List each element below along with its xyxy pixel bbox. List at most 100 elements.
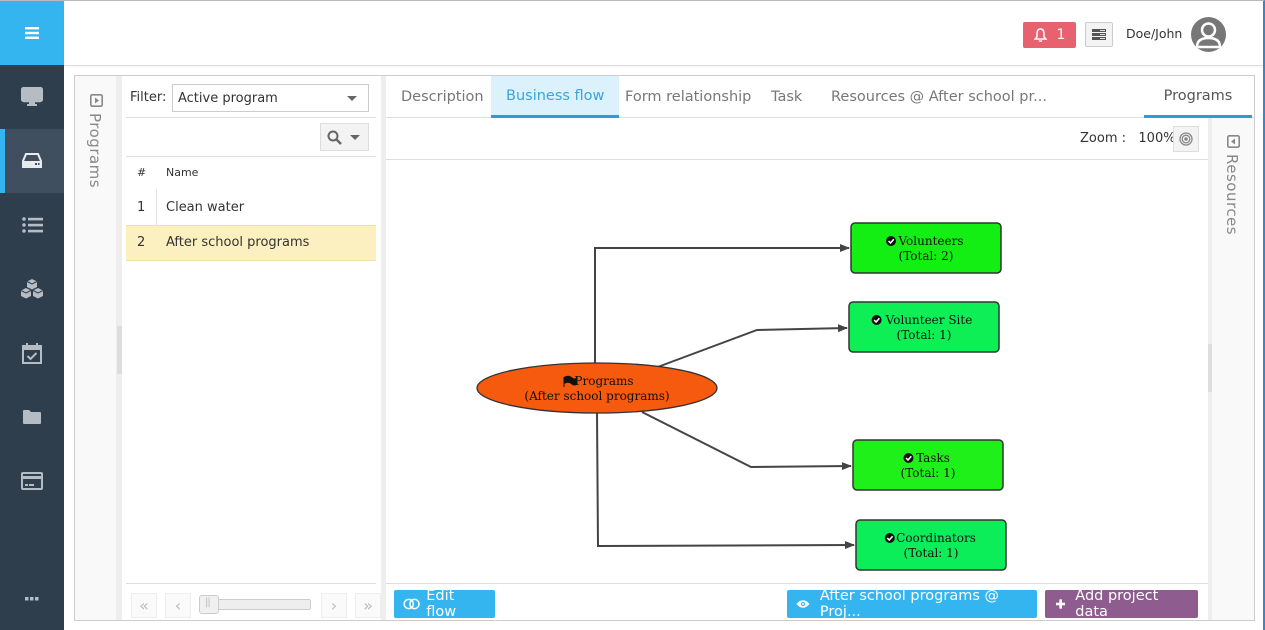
notification-count: 1	[1056, 27, 1066, 43]
row-number: 1	[137, 200, 146, 215]
avatar[interactable]	[1191, 17, 1226, 52]
cubes-icon	[20, 279, 44, 299]
check-circle-icon	[886, 236, 896, 246]
list-icon	[21, 217, 43, 233]
top-bar: 1 Doe/John	[64, 1, 1263, 66]
filter-value: Active program	[178, 91, 278, 106]
flow-edge	[641, 411, 852, 471]
tab-description[interactable]: Description	[386, 76, 499, 118]
prev-page-button[interactable]: ‹	[165, 593, 191, 618]
resources-panel-label: Resources	[1223, 154, 1241, 236]
edit-flow-button[interactable]: Edit flow	[394, 588, 495, 620]
folder-icon	[23, 410, 41, 424]
credit-card-icon	[21, 472, 43, 490]
flow-edge	[654, 324, 848, 369]
check-circle-icon	[903, 453, 914, 463]
table-row[interactable]: 1 Clean water	[126, 190, 376, 226]
tab-task[interactable]: Task	[756, 76, 817, 118]
notifications-button[interactable]: 1	[1023, 22, 1076, 48]
monitor-icon	[21, 87, 43, 106]
column-header-number: #	[137, 166, 147, 179]
expand-panel-icon	[90, 94, 103, 107]
chevron-down-icon	[347, 96, 357, 101]
sidebar-item-card[interactable]	[0, 449, 64, 513]
page-slider[interactable]	[205, 599, 311, 610]
view-project-label: After school programs @ Proj...	[819, 588, 999, 620]
check-circle-icon	[871, 315, 882, 325]
flow-toolbar: Zoom : 100%	[386, 118, 1208, 160]
programs-panel-label: Programs	[86, 113, 104, 189]
resources-collapsed-panel[interactable]: Resources	[1212, 118, 1254, 620]
chevron-down-icon	[350, 135, 360, 140]
sidebar-item-more[interactable]	[0, 567, 64, 630]
tab-business-flow[interactable]: Business flow	[491, 76, 620, 118]
column-header-name[interactable]: Name	[166, 166, 198, 179]
row-name: Clean water	[166, 200, 245, 215]
flow-node[interactable]: Tasks(Total: 1)	[852, 439, 1004, 491]
divider	[126, 156, 376, 157]
flow-root-title: Programs	[574, 374, 633, 388]
flow-node[interactable]: Volunteer Site(Total: 1)	[848, 301, 1000, 353]
bell-icon	[1033, 28, 1047, 42]
search-icon	[327, 130, 342, 145]
tab-form-relationship[interactable]: Form relationship	[610, 76, 766, 118]
flow-node-total: (Total: 2)	[899, 249, 954, 263]
toggle-icon	[403, 598, 420, 610]
row-name: After school programs	[166, 235, 310, 250]
menu-toggle-button[interactable]	[0, 1, 64, 65]
main-frame: Programs Filter: Active program # Name 1…	[74, 75, 1255, 621]
tab-programs[interactable]: Programs	[1144, 76, 1252, 118]
more-icon	[25, 597, 39, 601]
sidebar-item-folder[interactable]	[0, 385, 64, 449]
edit-flow-label: Edit flow	[426, 588, 457, 620]
view-project-button[interactable]: After school programs @ Proj...	[787, 588, 1037, 620]
next-page-button[interactable]: ›	[321, 593, 347, 618]
flow-edge	[594, 244, 850, 363]
search-button[interactable]	[320, 123, 369, 151]
table-row-selected[interactable]: 2 After school programs	[126, 225, 376, 261]
sidebar-item-drive[interactable]	[0, 129, 64, 193]
flow-edge	[596, 412, 855, 550]
flow-node[interactable]: Volunteers(Total: 2)	[850, 222, 1002, 274]
username-label[interactable]: Doe/John	[1126, 26, 1182, 41]
pager: « ‹ › »	[126, 589, 381, 619]
id-card-icon	[1092, 29, 1106, 40]
sidebar-item-cubes[interactable]	[0, 257, 64, 321]
app-window: 1 Doe/John Programs Filter: Active progr…	[0, 0, 1265, 630]
flow-node-title: Tasks	[916, 451, 950, 465]
row-number: 2	[137, 235, 146, 250]
divider	[126, 117, 376, 118]
filter-select[interactable]: Active program	[172, 84, 369, 112]
hamburger-icon	[25, 27, 39, 39]
sidebar-item-calendar[interactable]	[0, 321, 64, 385]
detail-area: Description Business flow Form relations…	[386, 76, 1254, 620]
sidebar-item-desktop[interactable]	[0, 65, 64, 129]
programs-collapsed-panel[interactable]: Programs	[75, 76, 117, 620]
filter-label: Filter:	[130, 90, 167, 105]
zoom-label: Zoom : 100%	[1080, 131, 1176, 146]
flow-node-title: Coordinators	[896, 531, 976, 545]
flow-actions-bar: Edit flow After school programs @ Proj..…	[386, 583, 1208, 620]
first-page-button[interactable]: «	[131, 593, 157, 618]
flow-root-node[interactable]: Programs(After school programs)	[476, 362, 718, 414]
tab-bar: Description Business flow Form relations…	[386, 76, 1254, 118]
main-sidebar	[0, 1, 64, 630]
hard-drive-icon	[22, 153, 42, 168]
eye-icon	[796, 600, 810, 608]
sidebar-item-list[interactable]	[0, 193, 64, 257]
zoom-value: 100%	[1138, 131, 1176, 146]
flow-node-total: (Total: 1)	[904, 546, 959, 560]
flow-canvas[interactable]: Programs (After school programs) Volunteer…	[386, 161, 1208, 583]
last-page-button[interactable]: »	[355, 593, 381, 618]
flow-node-total: (Total: 1)	[897, 328, 952, 342]
flow-node[interactable]: Coordinators(Total: 1)	[855, 519, 1007, 571]
flow-node-title: Volunteers	[897, 234, 963, 248]
zoom-reset-button[interactable]	[1173, 126, 1199, 152]
page-slider-thumb[interactable]	[199, 595, 219, 614]
profile-card-button[interactable]	[1085, 22, 1113, 47]
tab-resources[interactable]: Resources @ After school pr...	[816, 76, 1062, 118]
flow-diagram: Programs(After school programs) Volunteer…	[476, 222, 1007, 571]
zoom-label-text: Zoom :	[1080, 131, 1126, 146]
add-project-data-label: Add project data	[1075, 588, 1159, 620]
add-project-data-button[interactable]: Add project data	[1045, 588, 1198, 620]
